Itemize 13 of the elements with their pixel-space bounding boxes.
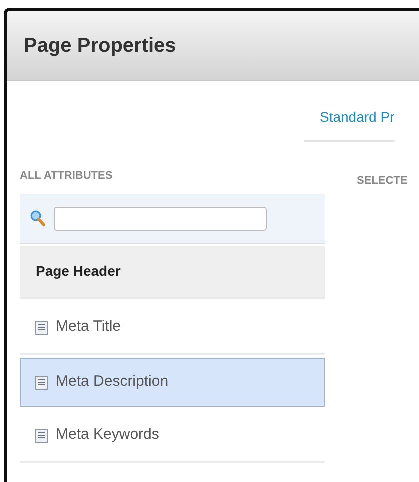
document-icon [35,376,48,390]
attribute-item[interactable]: Meta Description [20,358,325,407]
search-icon [30,210,46,227]
attribute-item[interactable]: Meta Keywords [20,410,325,463]
panel-heading: ALL ATTRIBUTES [20,169,114,184]
document-icon [35,428,48,442]
dialog-title: Page Properties [24,34,176,58]
panel-heading: SELECTE [357,175,408,187]
attribute-item[interactable]: Meta Title [20,302,325,355]
group-header: Page Header [20,246,325,299]
tab[interactable]: Standard Pr [304,107,395,142]
document-icon [35,320,48,334]
search-field[interactable] [54,206,267,230]
